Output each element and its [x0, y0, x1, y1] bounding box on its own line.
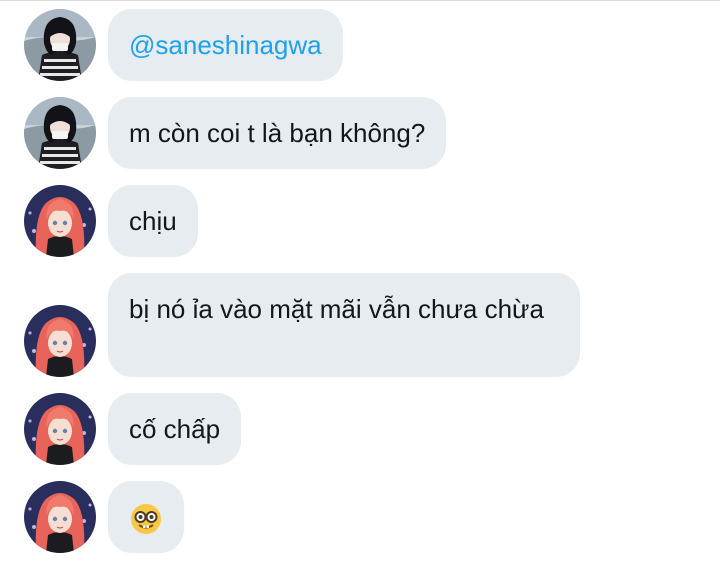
message-bubble[interactable]: cố chấp: [108, 393, 242, 465]
avatar-image: [24, 393, 96, 465]
avatar-image: [24, 481, 96, 553]
avatar[interactable]: [24, 97, 96, 169]
message-bubble[interactable]: bị nó ỉa vào mặt mãi vẫn chưa chừa: [108, 273, 580, 377]
avatar[interactable]: [24, 481, 96, 553]
nerd-face-emoji: [130, 503, 162, 535]
avatar-image: [24, 305, 96, 377]
avatar[interactable]: [24, 305, 96, 377]
avatar-image: [24, 9, 96, 81]
message-bubble[interactable]: chịu: [108, 185, 198, 257]
top-divider: [0, 0, 720, 1]
avatar-image: [24, 185, 96, 257]
message-bubble[interactable]: m còn coi t là bạn không?: [108, 97, 447, 169]
message-text: chịu: [129, 206, 177, 236]
avatar[interactable]: [24, 185, 96, 257]
avatar[interactable]: [24, 9, 96, 81]
mention-link[interactable]: @saneshinagwa: [129, 30, 322, 60]
message-bubble[interactable]: [108, 481, 184, 553]
avatar[interactable]: [24, 393, 96, 465]
avatar-image: [24, 97, 96, 169]
message-text: bị nó ỉa vào mặt mãi vẫn chưa chừa: [129, 294, 544, 324]
message-bubble[interactable]: @saneshinagwa: [108, 9, 343, 81]
message-text: m còn coi t là bạn không?: [129, 118, 426, 148]
message-text: cố chấp: [129, 414, 221, 444]
